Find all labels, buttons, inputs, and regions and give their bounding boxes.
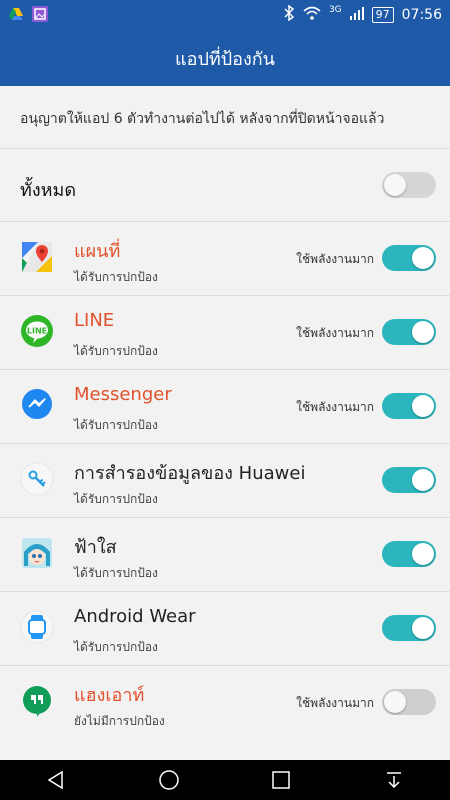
description-text: อนุญาตให้แอป 6 ตัวทำงานต่อไปได้ หลังจากท… xyxy=(20,111,385,127)
app-row[interactable]: การสำรองข้อมูลของ Huawei ได้รับการปกป้อง xyxy=(0,444,450,518)
app-row[interactable]: ฟ้าใสได้รับการปกป้อง xyxy=(0,518,450,592)
huawei-backup-icon xyxy=(20,462,54,496)
protection-status: ยังไม่มีการปกป้อง xyxy=(74,714,165,728)
protection-toggle[interactable] xyxy=(382,615,436,641)
home-icon[interactable] xyxy=(152,763,186,797)
app-list: แผนที่ ได้รับการปกป้อง ใช้พลังงานมาก LINE LI… xyxy=(0,222,450,740)
toggle-knob xyxy=(412,395,434,417)
app-name: ฟ้าใส xyxy=(74,537,117,558)
app-name: LINE xyxy=(74,310,115,331)
app-bar: แอปที่ป้องกัน xyxy=(0,30,450,86)
app-row[interactable]: LINE LINE ได้รับการปกป้อง ใช้พลังงานมาก xyxy=(0,296,450,370)
protection-status: ได้รับการปกป้อง xyxy=(74,344,158,358)
toggle-knob xyxy=(412,543,434,565)
all-apps-label: ทั้งหมด xyxy=(20,180,77,201)
protection-status: ได้รับการปกป้อง xyxy=(74,418,158,432)
protection-status: ได้รับการปกป้อง xyxy=(74,566,158,580)
all-apps-row[interactable]: ทั้งหมด xyxy=(0,149,450,222)
notification-pull-icon[interactable] xyxy=(377,763,411,797)
svg-text:LINE: LINE xyxy=(27,327,47,336)
status-bar: 3G 97 07:56 xyxy=(0,0,450,30)
protection-status: ได้รับการปกป้อง xyxy=(74,270,158,284)
protection-toggle[interactable] xyxy=(382,393,436,419)
gallery-icon xyxy=(32,6,48,22)
network-type: 3G xyxy=(328,5,342,15)
toggle-knob xyxy=(412,617,434,639)
signal-icon xyxy=(349,6,364,24)
clock: 07:56 xyxy=(401,7,442,23)
toggle-knob xyxy=(412,469,434,491)
wifi-icon xyxy=(303,6,321,24)
page-title: แอปที่ป้องกัน xyxy=(175,48,275,70)
power-usage-label: ใช้พลังงานมาก xyxy=(296,326,374,340)
app-name: การสำรองข้อมูลของ Huawei xyxy=(74,463,306,484)
list-peek xyxy=(0,738,450,760)
bluetooth-icon xyxy=(283,4,295,25)
toggle-knob xyxy=(412,247,434,269)
messenger-icon xyxy=(20,388,54,422)
google-drive-icon xyxy=(8,6,24,22)
app-row[interactable]: แฮงเอาท์ยังไม่มีการปกป้อง ใช้พลังงานมาก xyxy=(0,666,450,740)
protection-toggle[interactable] xyxy=(382,467,436,493)
protection-status: ได้รับการปกป้อง xyxy=(74,640,158,654)
protection-toggle[interactable] xyxy=(382,245,436,271)
app-name: Messenger xyxy=(74,384,172,405)
app-row[interactable]: Messenger ได้รับการปกป้อง ใช้พลังงานมาก xyxy=(0,370,450,444)
app-row[interactable]: Android Wear ได้รับการปกป้อง xyxy=(0,592,450,666)
power-usage-label: ใช้พลังงานมาก xyxy=(296,696,374,710)
line-icon: LINE xyxy=(20,314,54,348)
power-usage-label: ใช้พลังงานมาก xyxy=(296,400,374,414)
app-name: แฮงเอาท์ xyxy=(74,685,145,706)
app-row[interactable]: แผนที่ได้รับการปกป้อง ใช้พลังงานมาก xyxy=(0,222,450,296)
hangouts-icon xyxy=(20,684,54,718)
anime-character-icon xyxy=(20,536,54,570)
protection-toggle[interactable] xyxy=(382,541,436,567)
google-maps-icon xyxy=(20,240,54,274)
android-wear-icon xyxy=(20,610,54,644)
protection-status: ได้รับการปกป้อง xyxy=(74,492,158,506)
protection-toggle[interactable] xyxy=(382,689,436,715)
description-panel: อนุญาตให้แอป 6 ตัวทำงานต่อไปได้ หลังจากท… xyxy=(0,86,450,149)
toggle-knob xyxy=(384,691,406,713)
protection-toggle[interactable] xyxy=(382,319,436,345)
all-apps-toggle[interactable] xyxy=(382,172,436,198)
battery-indicator: 97 xyxy=(371,7,394,23)
app-name: Android Wear xyxy=(74,606,196,627)
toggle-knob xyxy=(384,174,406,196)
toggle-knob xyxy=(412,321,434,343)
back-icon[interactable] xyxy=(39,763,73,797)
recents-icon[interactable] xyxy=(264,763,298,797)
navigation-bar xyxy=(0,760,450,800)
app-name: แผนที่ xyxy=(74,241,121,262)
power-usage-label: ใช้พลังงานมาก xyxy=(296,252,374,266)
